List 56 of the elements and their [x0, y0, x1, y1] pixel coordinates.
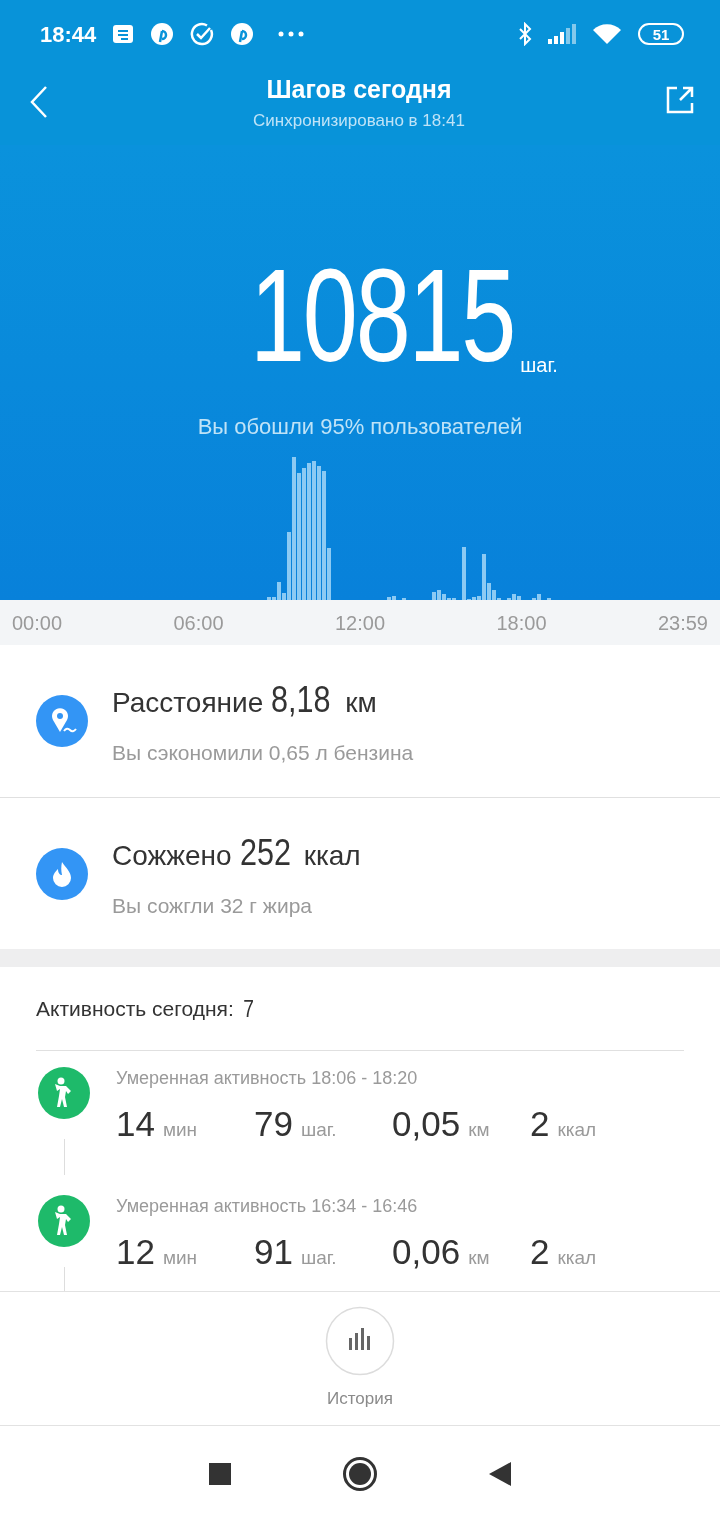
history-button[interactable]: История [325, 1305, 395, 1412]
activity-count: 7 [243, 993, 254, 1024]
sync-status: Синхронизировано в 18:41 [252, 110, 466, 132]
check-circle-icon [190, 22, 215, 46]
bar-chart-icon [325, 1305, 395, 1376]
metric-value: 8,18 [271, 678, 331, 723]
time-label: 00:00 [12, 610, 63, 636]
stat-unit: мин [162, 1118, 198, 1142]
metric-note: Вы сэкономили 0,65 л бензина [112, 740, 414, 767]
stat-value: 0,05 [392, 1103, 461, 1145]
metric-note: Вы сожгли 32 г жира [112, 892, 313, 919]
home-button[interactable] [342, 1455, 378, 1492]
metric-unit: ккал [303, 838, 361, 873]
activity-time: Умеренная активность 16:34 - 16:46 [116, 1195, 419, 1218]
stat-value: 2 [530, 1103, 550, 1145]
metric-label: Сожжено [112, 838, 232, 873]
wifi-icon [592, 23, 622, 45]
stat-value: 91 [254, 1231, 293, 1273]
stat-value: 14 [116, 1103, 155, 1145]
stat-value: 12 [116, 1231, 155, 1273]
walking-person-icon [38, 1067, 90, 1119]
stat-value: 0,06 [392, 1231, 461, 1273]
activity-heading: Активность сегодня: [36, 995, 234, 1022]
stat-unit: км [468, 1246, 490, 1270]
status-time: 18:44 [40, 20, 97, 49]
stat-unit: шаг. [300, 1118, 337, 1142]
step-count: 10815 [250, 250, 515, 382]
walking-person-icon [38, 1195, 90, 1247]
metric-label: Расстояние [112, 686, 264, 721]
activity-time: Умеренная активность 18:06 - 18:20 [116, 1067, 419, 1090]
time-label: 06:00 [173, 610, 224, 636]
stat-unit: км [468, 1118, 490, 1142]
flame-icon [36, 847, 88, 900]
stat-unit: мин [162, 1246, 198, 1270]
stat-value: 2 [530, 1231, 550, 1273]
ranking-caption: Вы обошли 95% пользователей [197, 414, 523, 439]
bluetooth-icon [518, 22, 532, 46]
back-nav-button[interactable] [488, 1460, 512, 1487]
location-pin-icon [36, 695, 88, 747]
metric-unit: км [345, 686, 377, 721]
signal-icon [548, 24, 576, 44]
stat-unit: ккал [557, 1118, 597, 1142]
metric-value: 252 [239, 830, 291, 875]
page-title: Шагов сегодня [265, 74, 453, 104]
battery-level: 51 [652, 26, 670, 42]
more-icon [278, 31, 305, 37]
news-icon [112, 24, 135, 44]
time-label: 18:00 [496, 610, 547, 636]
recents-button[interactable] [208, 1461, 232, 1486]
stat-unit: ккал [557, 1246, 597, 1270]
time-label: 23:59 [657, 610, 708, 636]
stat-unit: шаг. [300, 1246, 337, 1270]
step-unit: шаг. [520, 353, 558, 378]
share-button[interactable] [664, 84, 696, 116]
stat-value: 79 [254, 1103, 293, 1145]
time-label: 12:00 [334, 610, 386, 636]
